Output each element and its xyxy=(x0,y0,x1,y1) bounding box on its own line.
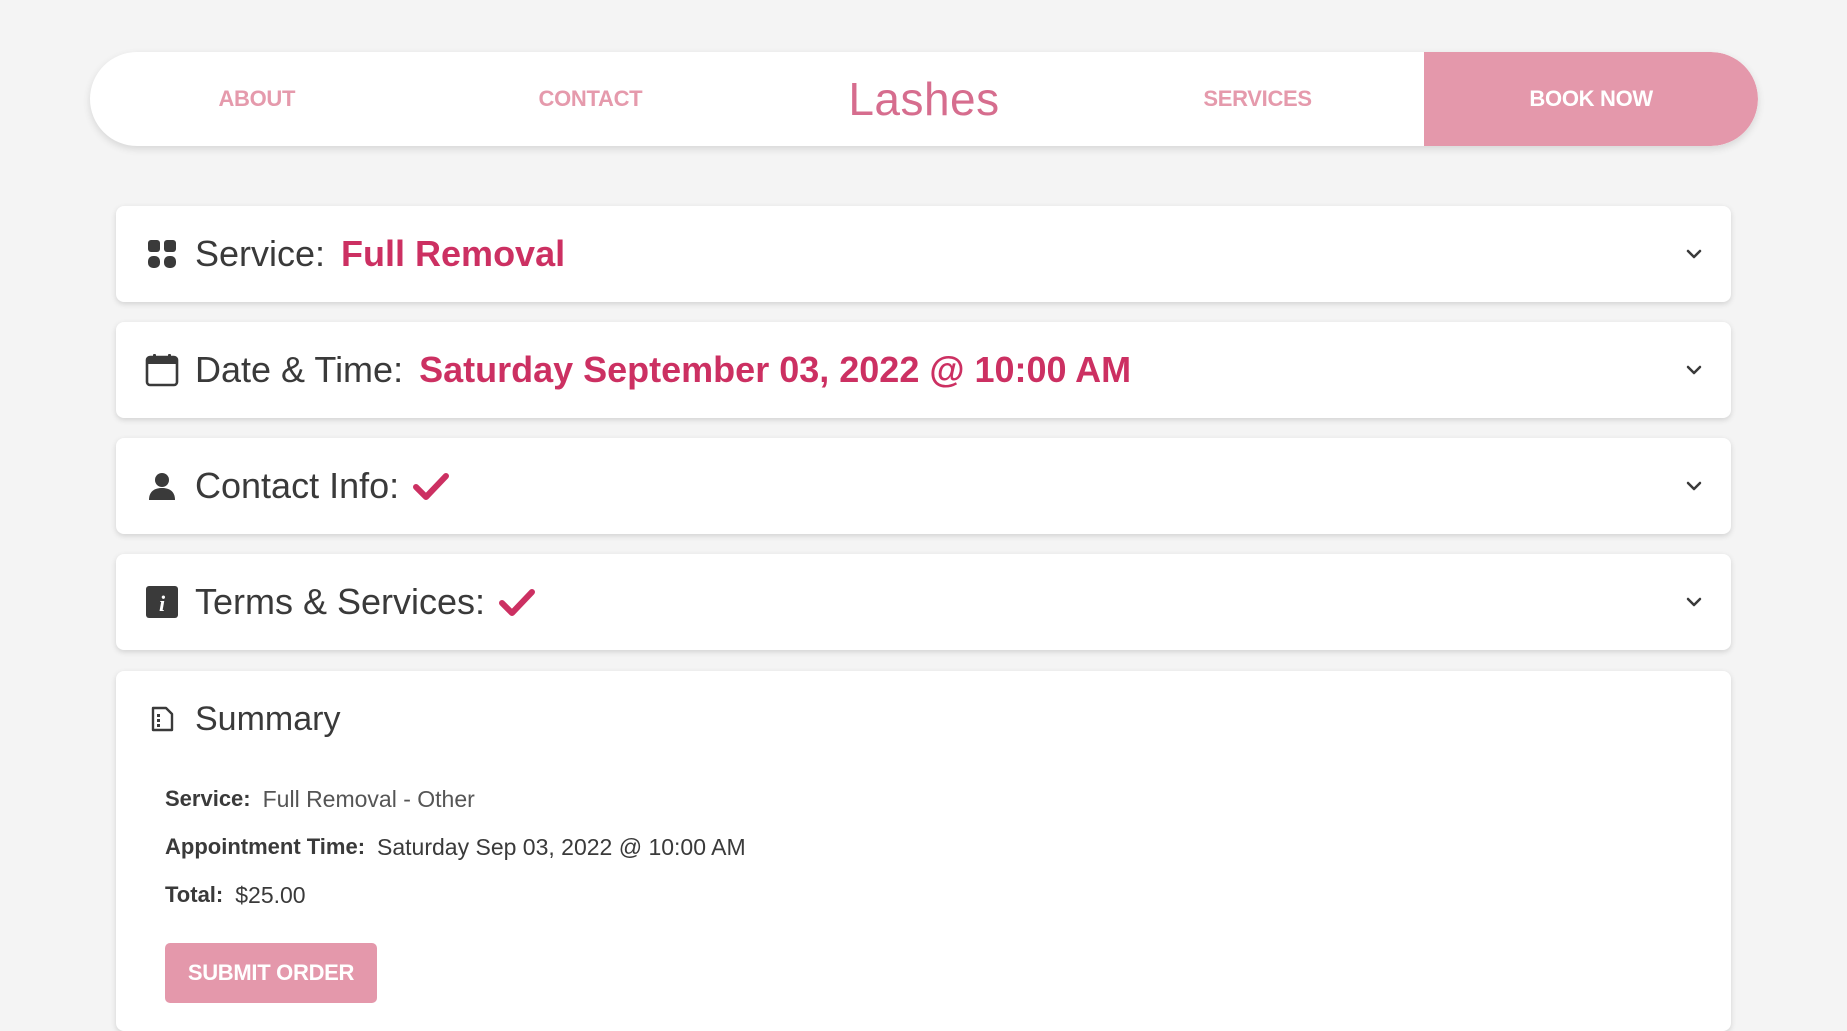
info-icon: i xyxy=(145,585,179,619)
service-section: Service: Full Removal xyxy=(116,206,1731,302)
person-icon xyxy=(145,469,179,503)
datetime-value: Saturday September 03, 2022 @ 10:00 AM xyxy=(419,349,1132,390)
nav-link-services[interactable]: SERVICES xyxy=(1091,52,1425,146)
summary-service-label: Service: xyxy=(165,786,251,811)
top-navbar: ABOUT CONTACT Lashes SERVICES BOOK NOW xyxy=(90,52,1758,146)
datetime-section: Date & Time: Saturday September 03, 2022… xyxy=(116,322,1731,418)
contact-section: Contact Info: xyxy=(116,438,1731,534)
summary-row-service: Service: Full Removal - Other xyxy=(165,775,1731,823)
checkmark-icon xyxy=(413,472,450,500)
datetime-accordion-header[interactable]: Date & Time: Saturday September 03, 2022… xyxy=(116,322,1731,418)
grid-icon xyxy=(145,237,179,271)
summary-appointment-label: Appointment Time: xyxy=(165,834,366,859)
summary-row-appointment: Appointment Time: Saturday Sep 03, 2022 … xyxy=(165,823,1731,871)
summary-service-value: Full Removal - Other xyxy=(262,785,475,812)
checkmark-icon xyxy=(499,588,536,616)
brand-logo[interactable]: Lashes xyxy=(757,52,1091,146)
summary-section: Summary Service: Full Removal - Other Ap… xyxy=(116,671,1731,1031)
calendar-icon xyxy=(145,353,179,387)
service-value: Full Removal xyxy=(341,233,566,274)
chevron-down-icon[interactable] xyxy=(1685,480,1703,492)
chevron-down-icon[interactable] xyxy=(1685,364,1703,376)
summary-total-label: Total: xyxy=(165,882,224,907)
document-icon xyxy=(145,702,179,736)
summary-title: Summary xyxy=(195,699,341,738)
summary-total-value: $25.00 xyxy=(235,881,306,908)
terms-label: Terms & Services: xyxy=(195,581,486,622)
nav-link-about[interactable]: ABOUT xyxy=(90,52,424,146)
summary-header: Summary xyxy=(116,671,1731,767)
service-accordion-header[interactable]: Service: Full Removal xyxy=(116,206,1731,302)
summary-appointment-value: Saturday Sep 03, 2022 @ 10:00 AM xyxy=(377,833,746,860)
contact-label: Contact Info: xyxy=(195,465,400,506)
contact-accordion-header[interactable]: Contact Info: xyxy=(116,438,1731,534)
nav-link-contact[interactable]: CONTACT xyxy=(424,52,758,146)
terms-accordion-header[interactable]: i Terms & Services: xyxy=(116,554,1731,650)
chevron-down-icon[interactable] xyxy=(1685,248,1703,260)
summary-details: Service: Full Removal - Other Appointmen… xyxy=(116,767,1731,919)
terms-section: i Terms & Services: xyxy=(116,554,1731,650)
summary-row-total: Total: $25.00 xyxy=(165,871,1731,919)
submit-order-button[interactable]: SUBMIT ORDER xyxy=(165,943,377,1003)
svg-text:i: i xyxy=(159,591,166,616)
service-label: Service: xyxy=(195,233,326,274)
datetime-label: Date & Time: xyxy=(195,349,404,390)
chevron-down-icon[interactable] xyxy=(1685,596,1703,608)
book-now-button[interactable]: BOOK NOW xyxy=(1424,52,1758,146)
